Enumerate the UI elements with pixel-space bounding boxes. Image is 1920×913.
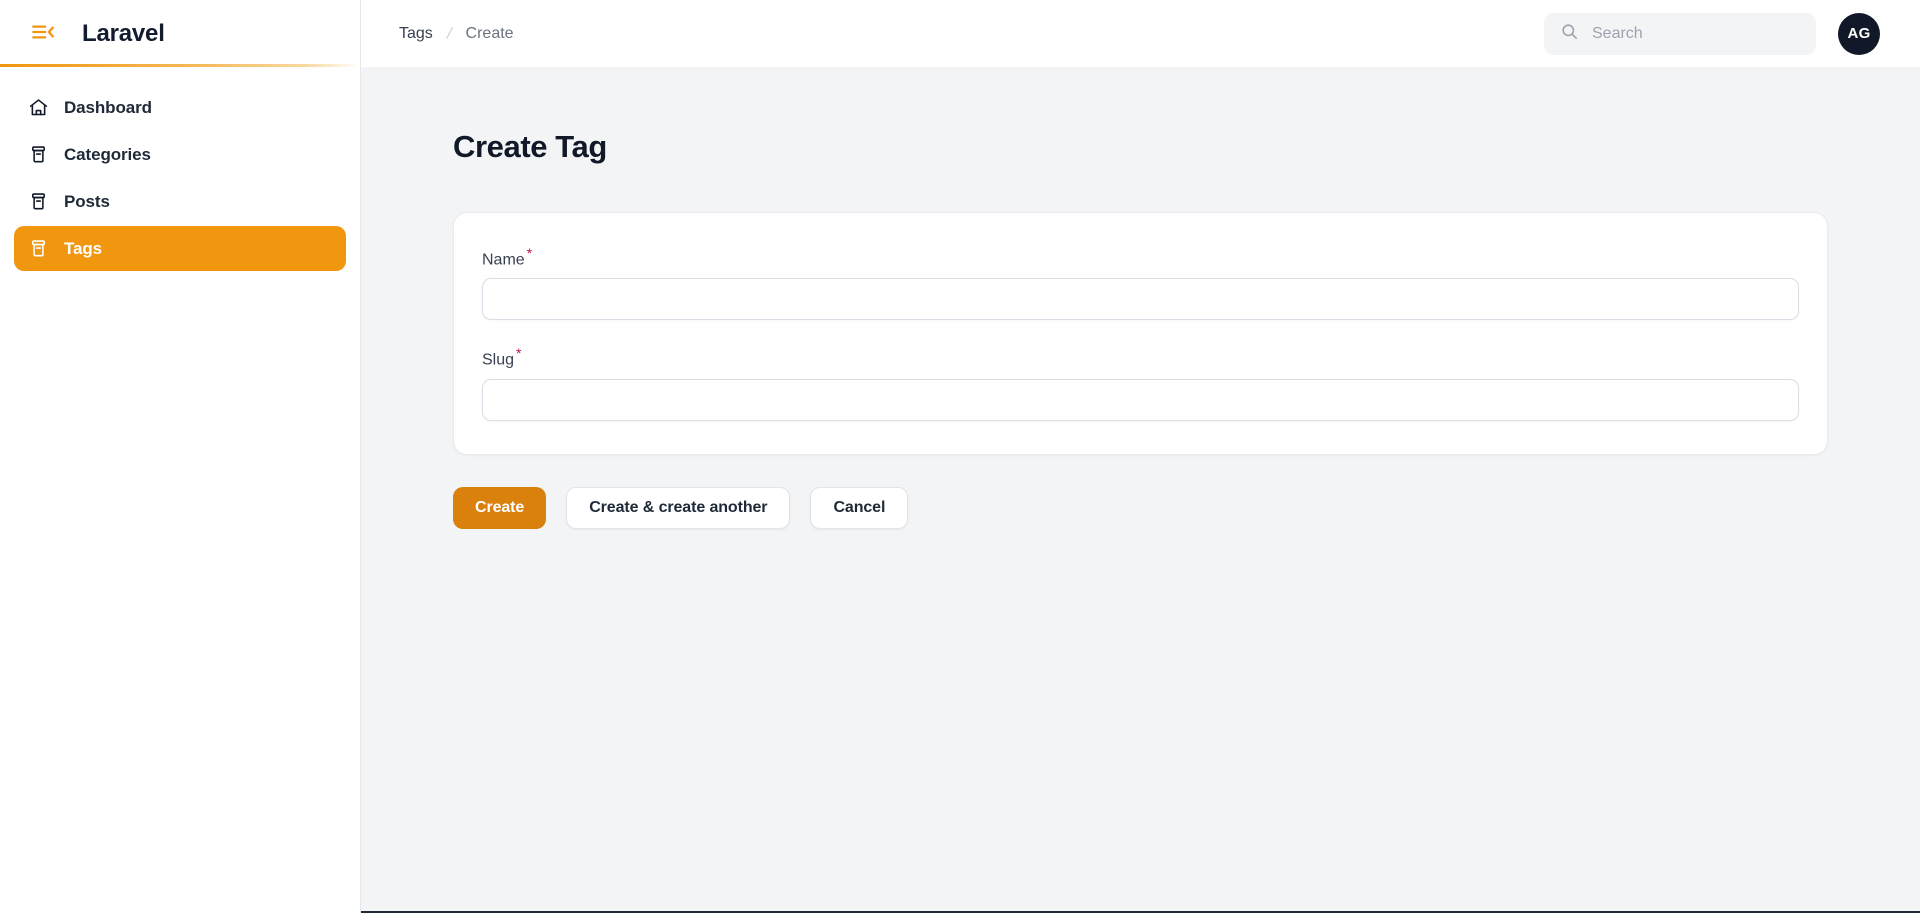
create-and-create-another-button[interactable]: Create & create another <box>566 486 791 529</box>
sidebar: Laravel Dashboard Categories Posts Tags <box>0 0 361 913</box>
app-root: Laravel Dashboard Categories Posts Tags … <box>0 0 1920 913</box>
sidebar-item-label: Dashboard <box>64 97 152 117</box>
form-actions: Create Create & create another Cancel <box>453 486 1828 529</box>
archive-box-icon <box>28 238 49 259</box>
sidebar-header: Laravel <box>0 0 360 67</box>
field-name: Name * <box>482 246 1799 321</box>
required-indicator: * <box>516 345 522 362</box>
search-box[interactable] <box>1544 12 1816 55</box>
breadcrumb: Tags / Create <box>399 23 514 44</box>
page-content: Create Tag Name * Slug * Create Create &… <box>361 67 1920 913</box>
sidebar-item-posts[interactable]: Posts <box>14 179 346 224</box>
sidebar-collapse-button[interactable] <box>26 17 60 51</box>
breadcrumb-item-create: Create <box>465 24 514 42</box>
cancel-button[interactable]: Cancel <box>810 486 909 529</box>
search-input[interactable] <box>1592 24 1800 43</box>
breadcrumb-item-tags[interactable]: Tags <box>399 25 433 43</box>
sidebar-item-label: Tags <box>64 238 103 258</box>
field-name-label-text: Name <box>482 251 525 269</box>
field-name-label: Name * <box>482 246 532 269</box>
home-icon <box>28 97 49 118</box>
sidebar-item-label: Categories <box>64 144 151 164</box>
main-area: Tags / Create AG <box>361 0 1920 913</box>
name-input[interactable] <box>482 278 1799 321</box>
field-slug-label-text: Slug <box>482 351 515 369</box>
bars-arrow-left-icon <box>30 19 56 48</box>
sidebar-nav: Dashboard Categories Posts Tags <box>0 67 360 271</box>
topbar: Tags / Create AG <box>361 0 1920 67</box>
field-slug-label: Slug * <box>482 346 521 369</box>
breadcrumb-separator: / <box>444 23 454 43</box>
avatar-initials: AG <box>1847 25 1871 42</box>
required-indicator: * <box>526 245 533 261</box>
create-tag-form: Name * Slug * <box>453 212 1828 455</box>
archive-box-icon <box>28 144 49 165</box>
slug-input[interactable] <box>482 378 1799 421</box>
search-icon <box>1560 22 1579 46</box>
sidebar-item-dashboard[interactable]: Dashboard <box>14 85 346 130</box>
sidebar-item-label: Posts <box>64 191 110 211</box>
archive-box-icon <box>28 191 49 212</box>
page-title: Create Tag <box>453 129 607 164</box>
sidebar-item-tags[interactable]: Tags <box>14 226 346 271</box>
avatar[interactable]: AG <box>1838 12 1880 55</box>
brand-title: Laravel <box>82 19 165 47</box>
create-button[interactable]: Create <box>453 486 547 529</box>
sidebar-item-categories[interactable]: Categories <box>14 132 346 177</box>
field-slug: Slug * <box>482 346 1799 421</box>
topbar-right: AG <box>1544 12 1880 55</box>
